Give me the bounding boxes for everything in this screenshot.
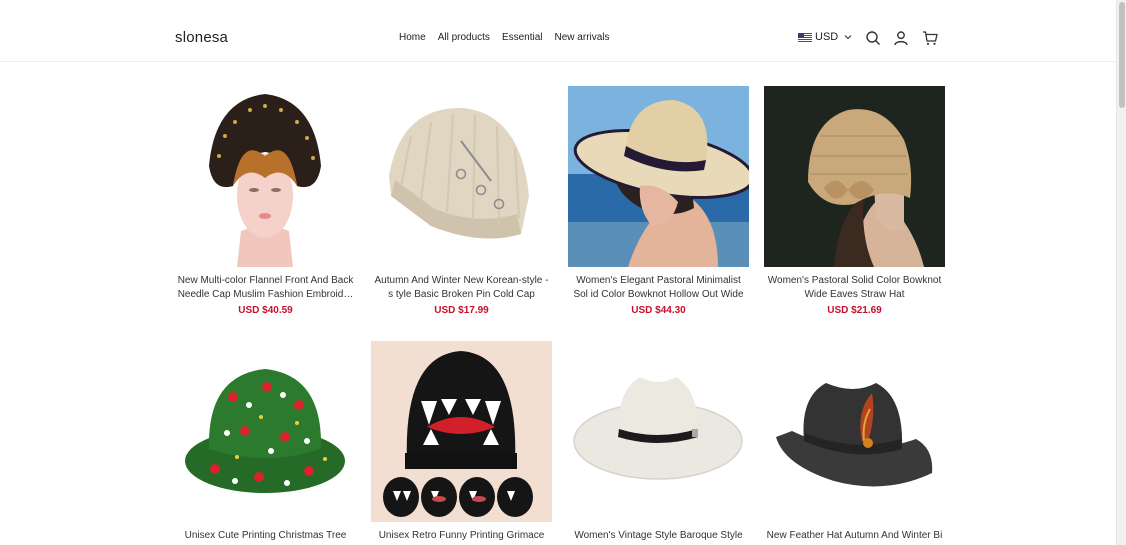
product-card[interactable]: Women's Elegant Pastoral Minimalist Sol … <box>568 86 749 316</box>
search-icon[interactable] <box>865 30 881 46</box>
nav-home[interactable]: Home <box>399 32 426 43</box>
cart-icon[interactable] <box>922 30 938 46</box>
product-card[interactable]: Women's Pastoral Solid Color Bowknot Wid… <box>764 86 945 316</box>
product-title[interactable]: Autumn And Winter New Korean-style -s ty… <box>371 274 552 301</box>
product-title[interactable]: Unisex Retro Funny Printing Grimace Ea <box>371 529 552 545</box>
nav-new-arrivals[interactable]: New arrivals <box>555 32 610 43</box>
product-title[interactable]: New Feather Hat Autumn And Winter Bi <box>764 529 945 545</box>
product-title[interactable]: Women's Vintage Style Baroque Style Et <box>568 529 749 545</box>
product-image <box>764 86 945 267</box>
product-price: USD $44.30 <box>631 305 686 316</box>
site-header: slonesa Home All products Essential New … <box>0 0 1116 62</box>
product-image <box>764 341 945 522</box>
store-logo[interactable]: slonesa <box>175 29 228 46</box>
product-title[interactable]: Unisex Cute Printing Christmas Tree Sno <box>175 529 356 545</box>
nav-essential[interactable]: Essential <box>502 32 543 43</box>
currency-selector[interactable]: USD <box>798 31 853 43</box>
currency-label: USD <box>815 31 839 43</box>
product-image <box>371 86 552 267</box>
product-image <box>175 341 356 522</box>
account-icon[interactable] <box>893 30 909 46</box>
product-card[interactable]: Unisex Retro Funny Printing Grimace Ea <box>371 341 552 545</box>
product-card[interactable]: New Multi-color Flannel Front And Back N… <box>175 86 356 316</box>
product-title[interactable]: Women's Elegant Pastoral Minimalist Sol … <box>568 274 749 301</box>
chevron-down-icon <box>844 35 852 40</box>
product-image <box>175 86 356 267</box>
main-nav: Home All products Essential New arrivals <box>399 32 610 43</box>
product-price: USD $21.69 <box>827 305 882 316</box>
product-image <box>568 86 749 267</box>
product-card[interactable]: Autumn And Winter New Korean-style -s ty… <box>371 86 552 316</box>
product-title[interactable]: Women's Pastoral Solid Color Bowknot Wid… <box>764 274 945 301</box>
product-title[interactable]: New Multi-color Flannel Front And Back N… <box>175 274 356 301</box>
product-image <box>371 341 552 522</box>
product-price: USD $17.99 <box>434 305 489 316</box>
product-price: USD $40.59 <box>238 305 293 316</box>
page-scrollbar[interactable] <box>1116 0 1126 545</box>
scrollbar-thumb[interactable] <box>1119 2 1125 108</box>
us-flag-icon <box>798 32 812 42</box>
nav-all-products[interactable]: All products <box>438 32 490 43</box>
product-image <box>568 341 749 522</box>
product-card[interactable]: Women's Vintage Style Baroque Style Et <box>568 341 749 545</box>
product-card[interactable]: New Feather Hat Autumn And Winter Bi <box>764 341 945 545</box>
product-card[interactable]: Unisex Cute Printing Christmas Tree Sno <box>175 341 356 545</box>
